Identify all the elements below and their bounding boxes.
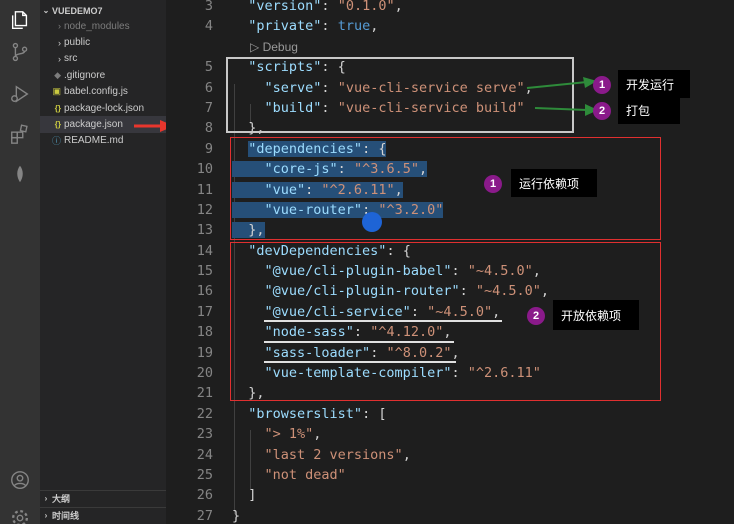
step-marker: 1 xyxy=(484,175,502,193)
extensions-icon[interactable] xyxy=(0,114,40,154)
line-number: 14 xyxy=(196,242,213,259)
line-number xyxy=(166,37,213,57)
source-control-icon[interactable] xyxy=(0,32,40,72)
debug-codelens[interactable]: ▷ Debug xyxy=(232,37,732,57)
tree-item-gitignore[interactable]: ◆ .gitignore xyxy=(40,67,166,83)
explorer-root-folder[interactable]: ⌄ VUEDEMO7 xyxy=(40,2,166,19)
js-file-icon: ▣ xyxy=(52,86,61,97)
line-number: 9 xyxy=(204,140,213,157)
chevron-right-icon: › xyxy=(44,494,48,503)
account-icon[interactable] xyxy=(0,460,40,500)
code-line: ] xyxy=(232,487,257,504)
callout-dev-deps: 开放依赖项 xyxy=(553,300,639,330)
line-number: 24 xyxy=(196,446,213,463)
tree-item-node-modules[interactable]: › node_modules xyxy=(40,18,166,34)
info-file-icon: ⓘ xyxy=(51,136,61,147)
line-number: 19 xyxy=(196,344,213,361)
line-number: 15 xyxy=(196,263,213,280)
line-number: 12 xyxy=(196,201,213,218)
timeline-label: 时间线 xyxy=(52,511,80,521)
underline-mark xyxy=(264,320,502,322)
tree-item-label: README.md xyxy=(64,135,124,147)
explorer-sidebar: ⌄ VUEDEMO7 › node_modules › public › src… xyxy=(40,0,166,524)
code-line: "version": "0.1.0", xyxy=(248,0,403,14)
chevron-right-icon: › xyxy=(58,37,61,48)
tree-item-babel-config[interactable]: ▣ babel.config.js xyxy=(40,84,166,100)
green-arrow-icon xyxy=(526,77,598,116)
timeline-section[interactable]: › 时间线 xyxy=(40,507,166,523)
line-number: 25 xyxy=(196,466,213,483)
chevron-right-icon: › xyxy=(58,53,61,64)
line-number: 27 xyxy=(196,507,213,524)
outline-section[interactable]: › 大纲 xyxy=(40,490,166,506)
json-file-icon: {} xyxy=(54,103,61,113)
line-number: 16 xyxy=(196,283,213,300)
root-folder-label: VUEDEMO7 xyxy=(52,5,103,16)
leaf-icon[interactable] xyxy=(0,154,40,194)
tree-item-label: package.json xyxy=(64,119,123,131)
line-number: 20 xyxy=(196,365,213,382)
tree-item-label: public xyxy=(64,37,91,49)
settings-gear-icon[interactable] xyxy=(0,498,40,524)
git-file-icon: ◆ xyxy=(54,69,61,80)
step-marker: 2 xyxy=(527,307,545,325)
mouse-cursor-indicator xyxy=(362,212,382,232)
scripts-highlight-box xyxy=(226,57,574,133)
line-number: 21 xyxy=(196,385,213,402)
tree-item-label: node_modules xyxy=(64,20,130,32)
underline-mark xyxy=(264,341,454,343)
step-marker: 2 xyxy=(593,102,611,120)
tree-item-src[interactable]: › src xyxy=(40,51,166,67)
line-number: 26 xyxy=(196,487,213,504)
line-number: 8 xyxy=(204,120,213,137)
line-number: 11 xyxy=(196,181,213,198)
code-line: "last 2 versions", xyxy=(264,446,411,463)
chevron-right-icon: › xyxy=(44,511,48,520)
line-number: 6 xyxy=(204,79,213,96)
line-number: 13 xyxy=(196,222,213,239)
chevron-right-icon: › xyxy=(58,21,61,32)
code-line: "not dead" xyxy=(264,466,346,483)
line-number: 18 xyxy=(196,324,213,341)
line-number: 4 xyxy=(204,18,213,35)
line-number: 5 xyxy=(204,59,213,76)
step-marker: 1 xyxy=(593,76,611,94)
line-number: 23 xyxy=(196,426,213,443)
tree-item-readme[interactable]: ⓘ README.md xyxy=(40,133,166,149)
callout-dev-run: 开发运行 xyxy=(618,70,690,98)
chevron-down-icon: ⌄ xyxy=(42,6,50,15)
line-number: 17 xyxy=(196,303,213,320)
line-number: 7 xyxy=(204,99,213,116)
json-file-icon: {} xyxy=(54,120,61,130)
code-line: "browserslist": [ xyxy=(248,405,387,422)
tree-item-label: package-lock.json xyxy=(64,102,145,114)
callout-build: 打包 xyxy=(618,96,680,124)
tree-item-label: .gitignore xyxy=(64,69,106,81)
code-line: "> 1%", xyxy=(264,426,322,443)
underline-mark xyxy=(264,361,456,363)
line-number: 22 xyxy=(196,405,213,422)
tree-item-public[interactable]: › public xyxy=(40,34,166,50)
line-number: 3 xyxy=(204,0,213,14)
activity-bar xyxy=(0,0,40,524)
tree-item-label: src xyxy=(64,53,78,65)
outline-label: 大纲 xyxy=(52,494,71,504)
tree-item-label: babel.config.js xyxy=(64,86,128,98)
line-number: 10 xyxy=(196,161,213,178)
code-line: "private": true, xyxy=(248,18,379,35)
tree-item-package-lock[interactable]: {} package-lock.json xyxy=(40,100,166,116)
code-line: } xyxy=(232,507,241,524)
callout-runtime-deps: 运行依赖项 xyxy=(511,169,597,197)
line-number-gutter: 3 4 5 6 7 8 9 10 11 12 13 14 15 16 17 18… xyxy=(166,0,213,524)
run-debug-icon[interactable] xyxy=(0,74,40,114)
